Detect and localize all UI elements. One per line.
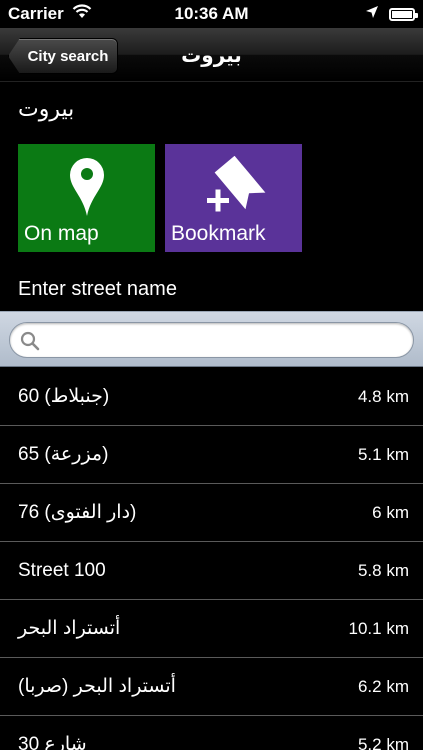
search-input[interactable]	[44, 329, 403, 353]
wifi-icon	[72, 4, 92, 24]
bookmark-tile[interactable]: Bookmark	[165, 144, 302, 252]
map-pin-icon	[18, 156, 155, 218]
street-distance: 6 km	[372, 502, 409, 522]
street-distance: 5.2 km	[357, 734, 409, 750]
add-bookmark-icon	[165, 156, 302, 220]
search-field[interactable]	[9, 322, 414, 358]
street-distance: 10.1 km	[348, 618, 409, 638]
bookmark-label: Bookmark	[171, 222, 266, 245]
battery-icon	[389, 7, 418, 21]
list-item[interactable]: 65 (مزرعة) 5.1 km	[0, 426, 423, 484]
on-map-label: On map	[24, 222, 99, 245]
street-name-prompt: Enter street name	[18, 278, 177, 300]
street-distance: 5.1 km	[357, 444, 409, 464]
street-name: 60 (جنبلاط)	[18, 386, 110, 407]
page-title: بيروت	[181, 44, 242, 67]
list-item[interactable]: 76 (دار الفتوى) 6 km	[0, 484, 423, 542]
list-item[interactable]: (أتستراد البحر (صربا 6.2 km	[0, 658, 423, 716]
status-right	[365, 4, 418, 24]
navigation-bar: City search بيروت	[0, 28, 423, 82]
battery-fill	[392, 10, 412, 18]
street-name: Street 100	[18, 559, 106, 581]
street-name: 76 (دار الفتوى)	[18, 502, 137, 523]
street-distance: 5.8 km	[357, 560, 409, 580]
status-left: Carrier	[8, 4, 92, 24]
street-results-list: 60 (جنبلاط) 4.8 km 65 (مزرعة) 5.1 km 76 …	[0, 368, 423, 750]
street-name: شارع 30	[18, 734, 87, 750]
street-name: (أتستراد البحر (صربا	[18, 676, 176, 697]
location-arrow-icon	[365, 4, 379, 24]
search-icon	[20, 331, 40, 356]
street-distance: 6.2 km	[357, 676, 409, 696]
list-item[interactable]: شارع 30 5.2 km	[0, 716, 423, 750]
on-map-tile[interactable]: On map	[18, 144, 155, 252]
city-name-heading: بيروت	[18, 96, 75, 121]
list-item[interactable]: أتستراد البحر 10.1 km	[0, 600, 423, 658]
status-bar: Carrier 10:36 AM	[0, 0, 423, 28]
street-name: أتستراد البحر	[18, 618, 121, 639]
street-distance: 4.8 km	[357, 386, 409, 406]
carrier-label: Carrier	[8, 4, 64, 23]
list-item[interactable]: Street 100 5.8 km	[0, 542, 423, 600]
list-item[interactable]: 60 (جنبلاط) 4.8 km	[0, 368, 423, 426]
back-button[interactable]: City search	[8, 38, 118, 74]
search-bar	[0, 311, 423, 367]
street-name: 65 (مزرعة)	[18, 444, 109, 465]
